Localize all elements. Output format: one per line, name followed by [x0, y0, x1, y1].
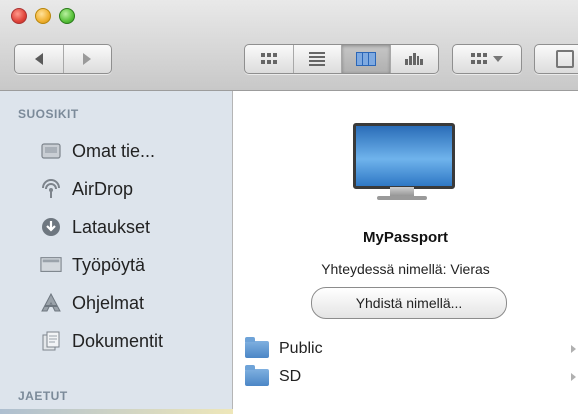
sidebar-item-desktop[interactable]: Työpöytä: [40, 250, 145, 280]
toolbar: [0, 0, 578, 91]
share-icon: [556, 50, 574, 68]
list-view-icon: [309, 52, 326, 66]
downloads-icon: [40, 216, 62, 238]
folder-icon: [245, 364, 269, 386]
connect-as-button[interactable]: Yhdistä nimellä...: [311, 287, 507, 319]
column-view-icon: [355, 52, 376, 66]
cover-flow-view-button[interactable]: [391, 45, 439, 73]
home-icon: [40, 140, 62, 162]
share-button[interactable]: [534, 44, 578, 74]
icon-view-icon: [260, 53, 277, 65]
sidebar-item-home[interactable]: Omat tie...: [40, 136, 155, 166]
sidebar-item-documents[interactable]: Dokumentit: [40, 326, 163, 356]
server-monitor-icon: [353, 123, 455, 189]
list-item[interactable]: Public: [233, 335, 578, 363]
server-name: MyPassport: [362, 229, 449, 246]
airdrop-icon: [40, 178, 62, 200]
shared-folder-list: Public SD: [233, 335, 578, 391]
documents-icon: [40, 330, 62, 352]
sidebar-item-label: Dokumentit: [72, 330, 164, 351]
sidebar-item-label: Omat tie...: [72, 140, 156, 161]
connect-as-label: Yhdistä nimellä...: [355, 295, 463, 311]
folder-name: Public: [279, 340, 323, 357]
sidebar-item-label: AirDrop: [72, 178, 134, 199]
connection-status: Yhteydessä nimellä: Vieras: [321, 261, 490, 277]
arrange-menu-button[interactable]: [452, 44, 522, 74]
arrange-icon: [471, 53, 487, 65]
minimize-window-button[interactable]: [35, 8, 51, 24]
list-view-button[interactable]: [294, 45, 342, 73]
zoom-window-button[interactable]: [59, 8, 75, 24]
folder-name: SD: [279, 368, 302, 385]
arrange-cell: [453, 45, 521, 73]
close-window-button[interactable]: [11, 8, 27, 24]
sidebar-item-airdrop[interactable]: AirDrop: [40, 174, 133, 204]
view-mode-control: [244, 44, 439, 74]
finder-window: SUOSIKIT Omat tie... AirDrop Lataukset T…: [0, 0, 578, 414]
sidebar-item-label: Työpöytä: [72, 254, 146, 275]
disclosure-arrow-icon: [571, 345, 576, 353]
icon-view-button[interactable]: [245, 45, 294, 73]
sidebar-item-applications[interactable]: Ohjelmat: [40, 288, 144, 318]
favorites-header: SUOSIKIT: [18, 107, 79, 121]
back-arrow-icon: [34, 53, 43, 65]
back-forward-control: [14, 44, 112, 74]
column-view-button[interactable]: [342, 45, 391, 73]
folder-icon: [245, 336, 269, 358]
back-button[interactable]: [15, 45, 64, 73]
desktop-icon: [40, 254, 62, 276]
sidebar: SUOSIKIT Omat tie... AirDrop Lataukset T…: [0, 91, 240, 414]
server-detail-pane: MyPassport Yhteydessä nimellä: Vieras Yh…: [233, 91, 578, 414]
sidebar-item-label: Lataukset: [72, 216, 151, 237]
sidebar-item-label: Ohjelmat: [72, 292, 145, 313]
chevron-down-icon: [493, 56, 503, 62]
share-cell: [535, 45, 578, 73]
applications-icon: [40, 292, 62, 314]
disclosure-arrow-icon: [571, 373, 576, 381]
selected-shared-item-strip: [0, 409, 240, 414]
forward-arrow-icon: [83, 53, 92, 65]
shared-header: JAETUT: [18, 389, 68, 403]
list-item[interactable]: SD: [233, 363, 578, 391]
cover-flow-icon: [405, 53, 424, 65]
sidebar-item-downloads[interactable]: Lataukset: [40, 212, 150, 242]
forward-button[interactable]: [64, 45, 112, 73]
monitor-base: [377, 196, 427, 200]
